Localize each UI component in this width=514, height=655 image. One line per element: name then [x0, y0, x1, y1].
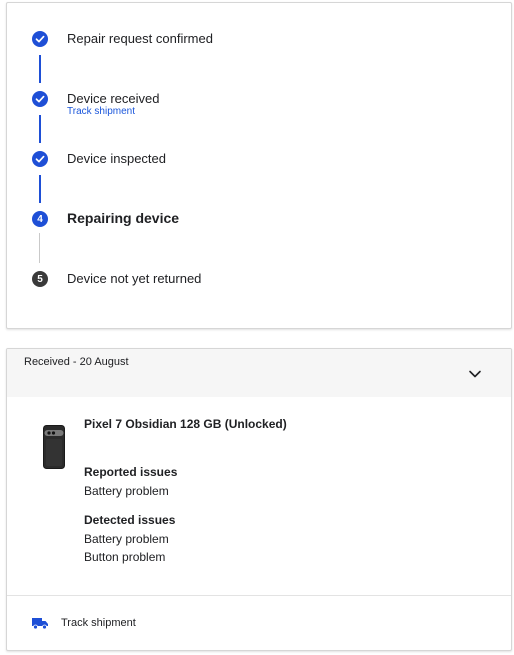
- step-device-inspected: Device inspected: [7, 151, 511, 175]
- chevron-down-icon[interactable]: [467, 366, 483, 382]
- step-connector: [39, 175, 41, 203]
- step-repairing-device: 4 Repairing device: [7, 210, 511, 235]
- check-icon: [32, 91, 48, 107]
- step-number-badge: 5: [32, 271, 48, 287]
- step-label: Device received: [67, 91, 160, 106]
- step-label: Repairing device: [67, 210, 180, 226]
- order-details-card: Received - 20 August Pixel 7 Obsidian 12…: [6, 348, 512, 651]
- detected-issues-heading: Detected issues: [84, 513, 176, 527]
- step-connector: [39, 55, 41, 83]
- step-label: Device not yet returned: [67, 271, 202, 286]
- received-date-label: Received - 20 August: [24, 356, 129, 368]
- track-shipment-button[interactable]: Track shipment: [7, 596, 511, 650]
- track-shipment-label: Track shipment: [61, 617, 136, 629]
- step-connector: [39, 233, 40, 263]
- step-repair-request-confirmed: Repair request confirmed: [7, 31, 511, 55]
- phone-image: [43, 425, 65, 469]
- truck-icon: [32, 618, 48, 630]
- check-icon: [32, 31, 48, 47]
- check-icon: [32, 151, 48, 167]
- order-header[interactable]: Received - 20 August: [7, 349, 511, 397]
- step-label: Repair request confirmed: [67, 31, 213, 46]
- reported-issue-item: Battery problem: [84, 484, 169, 498]
- step-device-received: Device received Track shipment: [7, 91, 511, 117]
- step-device-not-yet-returned: 5 Device not yet returned: [7, 271, 511, 295]
- reported-issues-heading: Reported issues: [84, 465, 178, 479]
- step-number-badge: 4: [32, 211, 48, 227]
- step-label: Device inspected: [67, 151, 166, 166]
- track-shipment-link[interactable]: Track shipment: [67, 106, 135, 117]
- detected-issue-item: Button problem: [84, 550, 166, 564]
- repair-status-card: Repair request confirmed Device received…: [6, 2, 512, 329]
- detected-issue-item: Battery problem: [84, 532, 169, 546]
- product-title: Pixel 7 Obsidian 128 GB (Unlocked): [84, 417, 287, 431]
- step-connector: [39, 115, 41, 143]
